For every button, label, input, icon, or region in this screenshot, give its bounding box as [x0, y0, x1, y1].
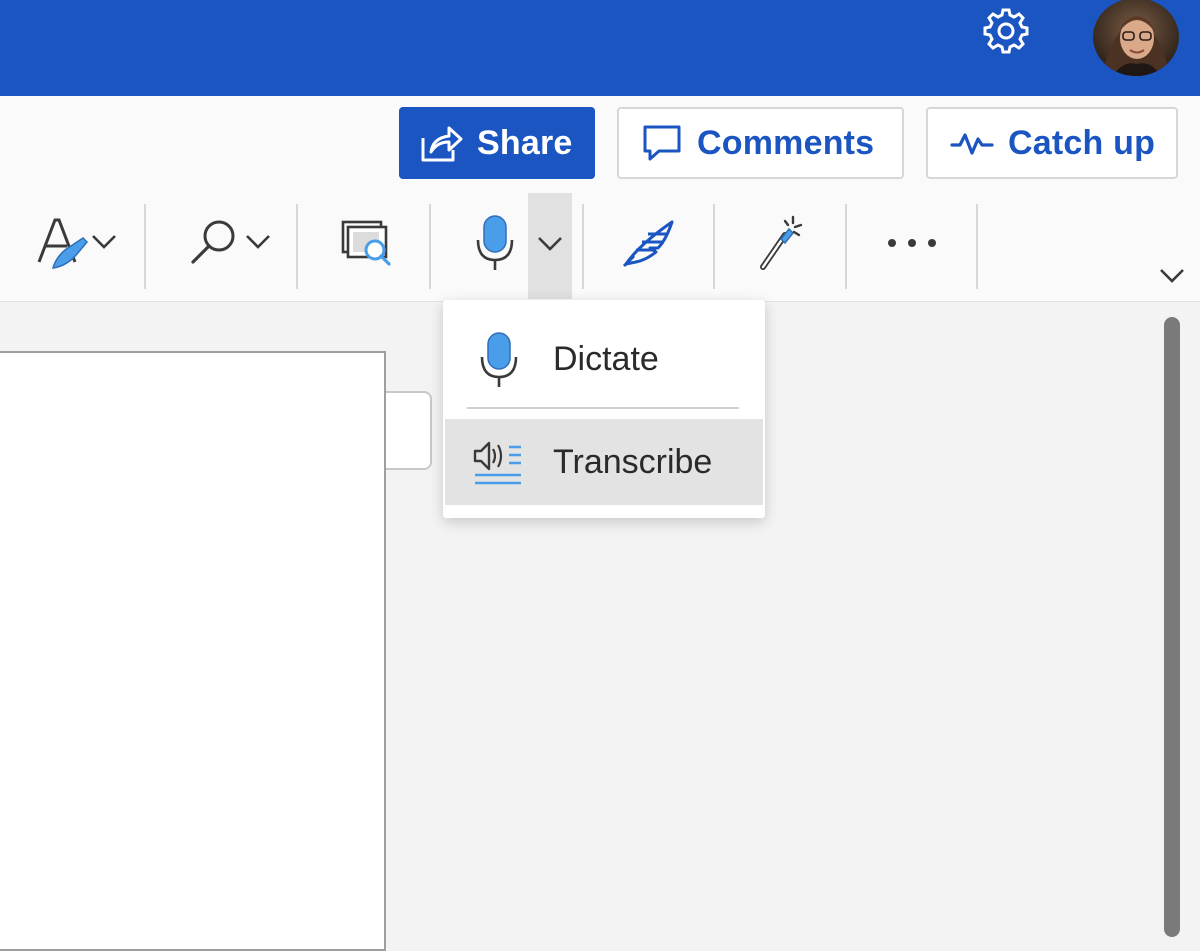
catch-up-button[interactable]: Catch up — [926, 107, 1178, 179]
page-side-tab — [386, 391, 432, 470]
chevron-down-icon — [243, 232, 273, 257]
ribbon-expand-button[interactable] — [1150, 258, 1194, 298]
share-label: Share — [477, 123, 573, 162]
immersive-reader-icon — [339, 216, 395, 273]
more-icon — [884, 236, 940, 254]
settings-button[interactable] — [982, 8, 1030, 59]
toolbar-divider — [976, 204, 978, 289]
chevron-down-icon — [1157, 266, 1187, 291]
immersive-reader-button[interactable] — [322, 193, 412, 296]
dictate-button[interactable] — [462, 193, 528, 296]
gear-icon — [983, 8, 1029, 59]
more-options-button[interactable] — [866, 193, 958, 296]
comment-icon — [641, 123, 683, 163]
menu-item-label: Transcribe — [553, 442, 713, 481]
toolbar-divider — [713, 204, 715, 289]
menu-item-dictate[interactable]: Dictate — [445, 316, 763, 402]
microphone-icon — [473, 212, 517, 277]
toolbar-divider — [845, 204, 847, 289]
menu-item-transcribe[interactable]: Transcribe — [445, 419, 763, 505]
share-icon — [419, 122, 463, 164]
activity-pulse-icon — [950, 127, 994, 159]
catch-up-label: Catch up — [1008, 123, 1156, 162]
share-button[interactable]: Share — [399, 107, 595, 179]
editor-pen-icon — [33, 212, 89, 277]
quill-icon — [620, 214, 678, 275]
magic-wand-icon — [755, 213, 807, 276]
toolbar-divider — [296, 204, 298, 289]
editor-button[interactable] — [22, 193, 130, 296]
designer-button[interactable] — [606, 193, 692, 296]
title-bar — [0, 0, 1200, 96]
command-bar: Share Comments Catch up — [0, 96, 1200, 302]
vertical-scrollbar[interactable] — [1164, 317, 1180, 937]
menu-divider — [467, 407, 739, 409]
microphone-icon — [445, 329, 553, 389]
toolbar-divider — [582, 204, 584, 289]
search-icon — [187, 214, 243, 275]
toolbar-divider — [429, 204, 431, 289]
comments-button[interactable]: Comments — [617, 107, 904, 179]
transcribe-icon — [445, 437, 553, 487]
document-page[interactable] — [0, 351, 386, 951]
chevron-down-icon — [535, 234, 565, 259]
find-button[interactable] — [178, 193, 282, 296]
user-avatar[interactable] — [1093, 0, 1179, 76]
magic-wand-button[interactable] — [738, 193, 824, 296]
comments-label: Comments — [697, 123, 875, 162]
dictate-dropdown-button[interactable] — [528, 193, 572, 299]
menu-item-label: Dictate — [553, 339, 659, 378]
chevron-down-icon — [89, 232, 119, 257]
dictate-menu: Dictate Transcribe — [443, 300, 765, 518]
toolbar-divider — [144, 204, 146, 289]
